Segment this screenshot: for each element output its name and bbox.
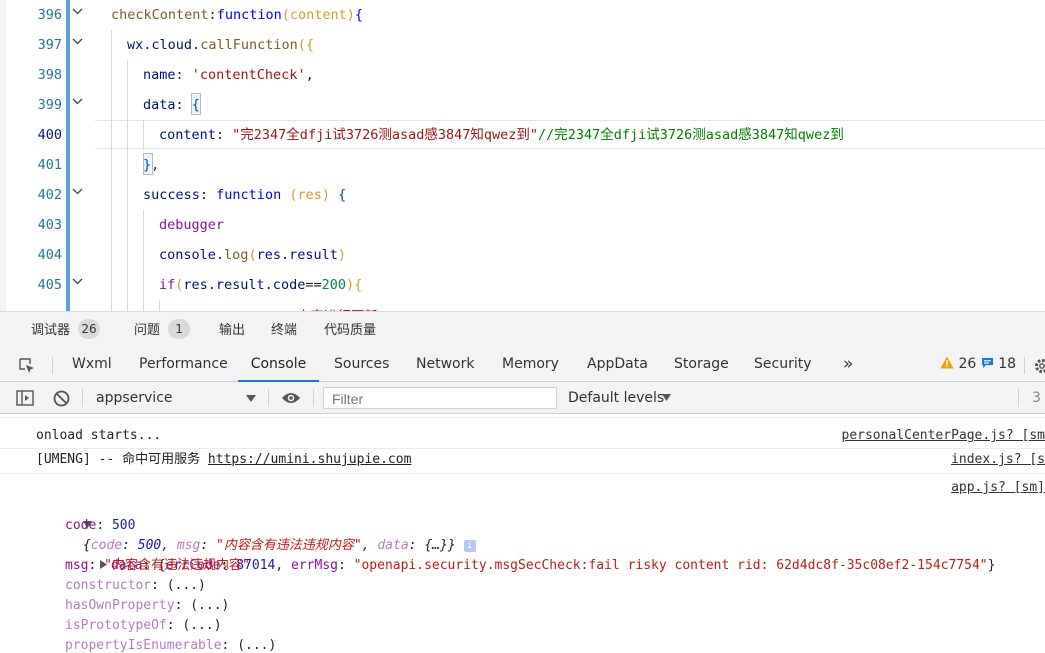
- context-selector[interactable]: appservice: [96, 382, 173, 414]
- code-text: console.log(res.result): [159, 247, 346, 263]
- devtools-tabbar: Wxml Performance Console Sources Network…: [0, 349, 1045, 382]
- code-line-398[interactable]: 398 name: 'contentCheck',: [0, 60, 1045, 90]
- code-editor[interactable]: 396 checkContent:function(content){ 397 …: [0, 0, 1045, 311]
- message-text: onload starts...: [36, 428, 162, 443]
- code-text: name: 'contentCheck',: [143, 67, 314, 83]
- code-text: checkContent:function(content){: [111, 7, 364, 23]
- object-proto-constructor[interactable]: constructor: (...): [65, 576, 206, 596]
- code-line-396[interactable]: 396 checkContent:function(content){: [0, 0, 1045, 30]
- bottom-panel-tabs: 调试器 26 问题 1 输出 终端 代码质量: [0, 311, 1045, 349]
- line-number: 396: [37, 7, 62, 23]
- code-text: if(res.result.code==200){: [159, 277, 363, 293]
- filter-input[interactable]: [330, 389, 554, 409]
- code-text: debugger: [159, 217, 225, 233]
- tab-problems[interactable]: 问题 1: [134, 312, 191, 349]
- eye-icon[interactable]: [281, 391, 301, 405]
- console-message-clipped: [0, 414, 1045, 418]
- divider: [313, 389, 314, 407]
- show-sidebar-icon[interactable]: [16, 390, 34, 406]
- tab-memory[interactable]: Memory: [502, 349, 559, 381]
- object-prop-code: code: 500: [65, 518, 136, 533]
- tab-sources[interactable]: Sources: [334, 349, 389, 381]
- fold-chevron-icon[interactable]: [72, 36, 83, 47]
- code-text: wx.cloud.callFunction({: [127, 37, 314, 53]
- issue-counters[interactable]: 26 18: [940, 349, 1016, 380]
- console-message[interactable]: [UMENG] -- 命中可用服务 https://umini.shujupie…: [0, 449, 1045, 474]
- code-text: },: [143, 157, 160, 173]
- warning-icon: [940, 356, 954, 369]
- fold-chevron-icon[interactable]: [72, 6, 83, 17]
- source-link[interactable]: personalCenterPage.js? [sm: [842, 425, 1045, 447]
- chevron-down-icon[interactable]: [246, 395, 256, 403]
- line-number: 398: [37, 67, 62, 83]
- console-output[interactable]: onload starts... personalCenterPage.js? …: [0, 414, 1045, 653]
- tab-code-quality[interactable]: 代码质量: [324, 312, 376, 349]
- object-proto-propertyisenumerable[interactable]: propertyIsEnumerable: (...): [65, 636, 276, 653]
- code-line-402[interactable]: 402 success: function (res) {: [0, 180, 1045, 210]
- clear-console-icon[interactable]: [53, 390, 70, 407]
- line-number: 397: [37, 37, 62, 53]
- code-line-401[interactable]: 401 },: [0, 150, 1045, 180]
- chevron-down-icon[interactable]: [662, 394, 671, 402]
- message-text: [UMENG] -- 命中可用服务 https://umini.shujupie…: [36, 452, 412, 467]
- console-message-object[interactable]: app.js? [sm] {code: 500, msg: "内容含有违法违规内…: [0, 474, 1045, 653]
- hidden-count: 3: [1032, 390, 1041, 406]
- code-text: …内容进行更新…: [175, 302, 386, 311]
- tab-wxml[interactable]: Wxml: [72, 349, 112, 381]
- divider: [82, 389, 83, 407]
- tab-output[interactable]: 输出: [219, 312, 245, 349]
- code-line-404[interactable]: 404 console.log(res.result): [0, 240, 1045, 270]
- tab-console[interactable]: Console: [238, 349, 319, 382]
- umeng-link[interactable]: https://umini.shujupie.com: [208, 452, 412, 467]
- filter-field[interactable]: [323, 387, 557, 409]
- fold-chevron-icon[interactable]: [72, 186, 83, 197]
- message-icon: [981, 358, 993, 368]
- code-line-403[interactable]: 403 debugger: [0, 210, 1045, 240]
- warning-count: 26: [958, 356, 977, 372]
- inspect-element-icon[interactable]: [18, 357, 36, 375]
- more-tabs-button[interactable]: »: [843, 349, 853, 381]
- divider: [52, 357, 53, 374]
- code-line-399[interactable]: 399 data: {: [0, 90, 1045, 120]
- line-number: 403: [37, 217, 62, 233]
- tab-appdata[interactable]: AppData: [587, 349, 648, 381]
- source-link[interactable]: index.js? [s: [951, 449, 1045, 471]
- fold-chevron-icon[interactable]: [72, 276, 83, 287]
- line-number: 401: [37, 157, 62, 173]
- tab-network[interactable]: Network: [416, 349, 474, 381]
- problems-count-badge: 1: [168, 319, 191, 339]
- tab-terminal[interactable]: 终端: [271, 312, 297, 349]
- line-number: 402: [37, 187, 62, 203]
- object-prop-msg: msg: "内容含有违法违规内容": [65, 558, 250, 573]
- gear-icon[interactable]: [1033, 357, 1045, 375]
- debugger-count-badge: 26: [78, 319, 101, 339]
- source-link[interactable]: app.js? [sm]: [951, 477, 1045, 499]
- console-message[interactable]: onload starts... personalCenterPage.js? …: [0, 425, 1045, 449]
- divider: [1018, 389, 1019, 407]
- tab-storage[interactable]: Storage: [674, 349, 729, 381]
- message-count: 18: [998, 356, 1017, 372]
- line-number: 405: [37, 277, 62, 293]
- code-line-partial: …内容进行更新…: [0, 300, 1045, 311]
- code-text: success: function (res) {: [143, 187, 347, 203]
- divider: [1024, 357, 1025, 374]
- object-proto-isprototypeof[interactable]: isPrototypeOf: (...): [65, 616, 222, 636]
- code-text: content: "完2347全dfji试3726测asad感3847知qwez…: [159, 127, 844, 143]
- console-toolbar: appservice Default levels 3: [0, 382, 1045, 414]
- line-number: 399: [37, 97, 62, 113]
- tab-performance[interactable]: Performance: [139, 349, 228, 381]
- tab-security[interactable]: Security: [754, 349, 812, 381]
- code-line-405[interactable]: 405 if(res.result.code==200){: [0, 270, 1045, 300]
- line-number: 404: [37, 247, 62, 263]
- code-line-400[interactable]: 400 content: "完2347全dfji试3726测asad感3847知…: [0, 120, 1045, 150]
- fold-chevron-icon[interactable]: [72, 96, 83, 107]
- code-line-397[interactable]: 397 wx.cloud.callFunction({: [0, 30, 1045, 60]
- code-text: data: {: [143, 97, 200, 113]
- divider: [268, 389, 269, 407]
- line-number: 400: [37, 127, 62, 143]
- tab-debugger[interactable]: 调试器 26: [31, 312, 101, 349]
- log-levels-dropdown[interactable]: Default levels: [568, 382, 664, 414]
- object-proto-hasownproperty[interactable]: hasOwnProperty: (...): [65, 596, 229, 616]
